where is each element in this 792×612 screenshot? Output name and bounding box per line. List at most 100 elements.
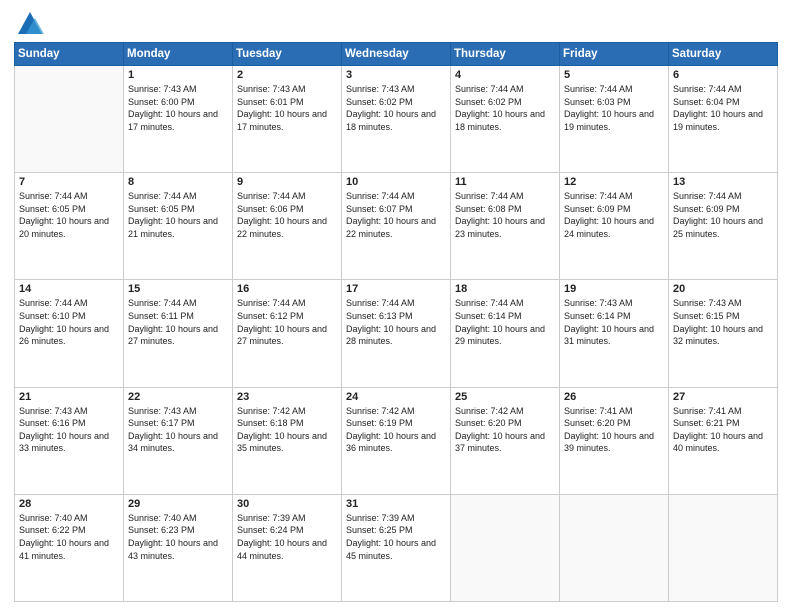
day-number: 21: [19, 391, 119, 403]
col-sunday: Sunday: [15, 43, 124, 66]
day-info: Sunrise: 7:41 AM Sunset: 6:21 PM Dayligh…: [673, 405, 773, 455]
day-cell: 20 Sunrise: 7:43 AM Sunset: 6:15 PM Dayli…: [669, 280, 778, 387]
day-cell: 19 Sunrise: 7:43 AM Sunset: 6:14 PM Dayli…: [560, 280, 669, 387]
col-saturday: Saturday: [669, 43, 778, 66]
day-cell: 12Sunrise: 7:44 AM Sunset: 6:09 PM Dayli…: [560, 173, 669, 280]
day-info: Sunrise: 7:44 AM Sunset: 6:04 PM Dayligh…: [673, 83, 773, 133]
day-info: Sunrise: 7:41 AM Sunset: 6:20 PM Dayligh…: [564, 405, 664, 455]
day-cell: 29 Sunrise: 7:40 AM Sunset: 6:23 PM Dayli…: [124, 494, 233, 601]
header: [14, 10, 778, 38]
col-friday: Friday: [560, 43, 669, 66]
day-number: 10: [346, 176, 446, 188]
day-number: 3: [346, 69, 446, 81]
day-cell: 3 Sunrise: 7:43 AM Sunset: 6:02 PM Daylig…: [342, 66, 451, 173]
day-number: 17: [346, 283, 446, 295]
day-number: 15: [128, 283, 228, 295]
day-cell: 16Sunrise: 7:44 AM Sunset: 6:12 PM Dayli…: [233, 280, 342, 387]
day-cell: 24 Sunrise: 7:42 AM Sunset: 6:19 PM Dayli…: [342, 387, 451, 494]
day-number: 2: [237, 69, 337, 81]
day-info: Sunrise: 7:44 AM Sunset: 6:02 PM Dayligh…: [455, 83, 555, 133]
day-number: 4: [455, 69, 555, 81]
day-cell: 11Sunrise: 7:44 AM Sunset: 6:08 PM Dayli…: [451, 173, 560, 280]
col-wednesday: Wednesday: [342, 43, 451, 66]
day-cell: 18 Sunrise: 7:44 AM Sunset: 6:14 PM Dayli…: [451, 280, 560, 387]
day-info: Sunrise: 7:44 AM Sunset: 6:07 PM Dayligh…: [346, 190, 446, 240]
day-cell: [669, 494, 778, 601]
day-cell: [15, 66, 124, 173]
day-cell: 6 Sunrise: 7:44 AM Sunset: 6:04 PM Daylig…: [669, 66, 778, 173]
day-cell: 5 Sunrise: 7:44 AM Sunset: 6:03 PM Daylig…: [560, 66, 669, 173]
day-cell: 14 Sunrise: 7:44 AM Sunset: 6:10 PM Dayli…: [15, 280, 124, 387]
day-info: Sunrise: 7:43 AM Sunset: 6:02 PM Dayligh…: [346, 83, 446, 133]
day-number: 30: [237, 498, 337, 510]
day-cell: 7Sunrise: 7:44 AM Sunset: 6:05 PM Daylig…: [15, 173, 124, 280]
day-number: 29: [128, 498, 228, 510]
day-number: 24: [346, 391, 446, 403]
day-info: Sunrise: 7:44 AM Sunset: 6:03 PM Dayligh…: [564, 83, 664, 133]
day-number: 26: [564, 391, 664, 403]
day-number: 28: [19, 498, 119, 510]
day-number: 19: [564, 283, 664, 295]
day-cell: 8 Sunrise: 7:44 AM Sunset: 6:05 PM Daylig…: [124, 173, 233, 280]
day-number: 20: [673, 283, 773, 295]
day-number: 18: [455, 283, 555, 295]
day-number: 9: [237, 176, 337, 188]
header-row: Sunday Monday Tuesday Wednesday Thursday…: [15, 43, 778, 66]
day-info: Sunrise: 7:43 AM Sunset: 6:15 PM Dayligh…: [673, 297, 773, 347]
week-row: 14 Sunrise: 7:44 AM Sunset: 6:10 PM Dayli…: [15, 280, 778, 387]
calendar-table: Sunday Monday Tuesday Wednesday Thursday…: [14, 42, 778, 602]
day-number: 31: [346, 498, 446, 510]
day-info: Sunrise: 7:44 AM Sunset: 6:05 PM Dayligh…: [19, 190, 119, 240]
day-info: Sunrise: 7:44 AM Sunset: 6:06 PM Dayligh…: [237, 190, 337, 240]
day-info: Sunrise: 7:40 AM Sunset: 6:22 PM Dayligh…: [19, 512, 119, 562]
day-number: 14: [19, 283, 119, 295]
day-info: Sunrise: 7:44 AM Sunset: 6:09 PM Dayligh…: [673, 190, 773, 240]
day-cell: 1Sunrise: 7:43 AM Sunset: 6:00 PM Daylig…: [124, 66, 233, 173]
day-info: Sunrise: 7:43 AM Sunset: 6:17 PM Dayligh…: [128, 405, 228, 455]
day-info: Sunrise: 7:44 AM Sunset: 6:14 PM Dayligh…: [455, 297, 555, 347]
day-info: Sunrise: 7:44 AM Sunset: 6:12 PM Dayligh…: [237, 297, 337, 347]
day-number: 8: [128, 176, 228, 188]
day-number: 6: [673, 69, 773, 81]
day-cell: [451, 494, 560, 601]
day-cell: 2Sunrise: 7:43 AM Sunset: 6:01 PM Daylig…: [233, 66, 342, 173]
day-number: 22: [128, 391, 228, 403]
day-cell: 26 Sunrise: 7:41 AM Sunset: 6:20 PM Dayli…: [560, 387, 669, 494]
col-tuesday: Tuesday: [233, 43, 342, 66]
day-cell: 10 Sunrise: 7:44 AM Sunset: 6:07 PM Dayli…: [342, 173, 451, 280]
day-info: Sunrise: 7:42 AM Sunset: 6:19 PM Dayligh…: [346, 405, 446, 455]
day-info: Sunrise: 7:42 AM Sunset: 6:18 PM Dayligh…: [237, 405, 337, 455]
day-info: Sunrise: 7:43 AM Sunset: 6:16 PM Dayligh…: [19, 405, 119, 455]
day-info: Sunrise: 7:44 AM Sunset: 6:10 PM Dayligh…: [19, 297, 119, 347]
day-info: Sunrise: 7:44 AM Sunset: 6:13 PM Dayligh…: [346, 297, 446, 347]
day-cell: 17 Sunrise: 7:44 AM Sunset: 6:13 PM Dayli…: [342, 280, 451, 387]
day-number: 23: [237, 391, 337, 403]
day-cell: 31Sunrise: 7:39 AM Sunset: 6:25 PM Dayli…: [342, 494, 451, 601]
day-number: 5: [564, 69, 664, 81]
logo: [14, 10, 44, 38]
day-info: Sunrise: 7:44 AM Sunset: 6:05 PM Dayligh…: [128, 190, 228, 240]
day-number: 12: [564, 176, 664, 188]
day-cell: 15 Sunrise: 7:44 AM Sunset: 6:11 PM Dayli…: [124, 280, 233, 387]
day-info: Sunrise: 7:44 AM Sunset: 6:11 PM Dayligh…: [128, 297, 228, 347]
day-number: 13: [673, 176, 773, 188]
week-row: 21 Sunrise: 7:43 AM Sunset: 6:16 PM Dayli…: [15, 387, 778, 494]
day-cell: 23 Sunrise: 7:42 AM Sunset: 6:18 PM Dayli…: [233, 387, 342, 494]
day-cell: 25Sunrise: 7:42 AM Sunset: 6:20 PM Dayli…: [451, 387, 560, 494]
day-number: 27: [673, 391, 773, 403]
day-cell: 9 Sunrise: 7:44 AM Sunset: 6:06 PM Daylig…: [233, 173, 342, 280]
day-cell: 27 Sunrise: 7:41 AM Sunset: 6:21 PM Dayli…: [669, 387, 778, 494]
day-number: 11: [455, 176, 555, 188]
day-cell: 13 Sunrise: 7:44 AM Sunset: 6:09 PM Dayli…: [669, 173, 778, 280]
calendar-page: Sunday Monday Tuesday Wednesday Thursday…: [0, 0, 792, 612]
day-info: Sunrise: 7:43 AM Sunset: 6:14 PM Dayligh…: [564, 297, 664, 347]
day-cell: 21 Sunrise: 7:43 AM Sunset: 6:16 PM Dayli…: [15, 387, 124, 494]
day-number: 1: [128, 69, 228, 81]
day-cell: 28 Sunrise: 7:40 AM Sunset: 6:22 PM Dayli…: [15, 494, 124, 601]
day-info: Sunrise: 7:40 AM Sunset: 6:23 PM Dayligh…: [128, 512, 228, 562]
week-row: 1Sunrise: 7:43 AM Sunset: 6:00 PM Daylig…: [15, 66, 778, 173]
day-cell: [560, 494, 669, 601]
day-number: 25: [455, 391, 555, 403]
logo-icon: [16, 10, 44, 38]
day-info: Sunrise: 7:39 AM Sunset: 6:24 PM Dayligh…: [237, 512, 337, 562]
